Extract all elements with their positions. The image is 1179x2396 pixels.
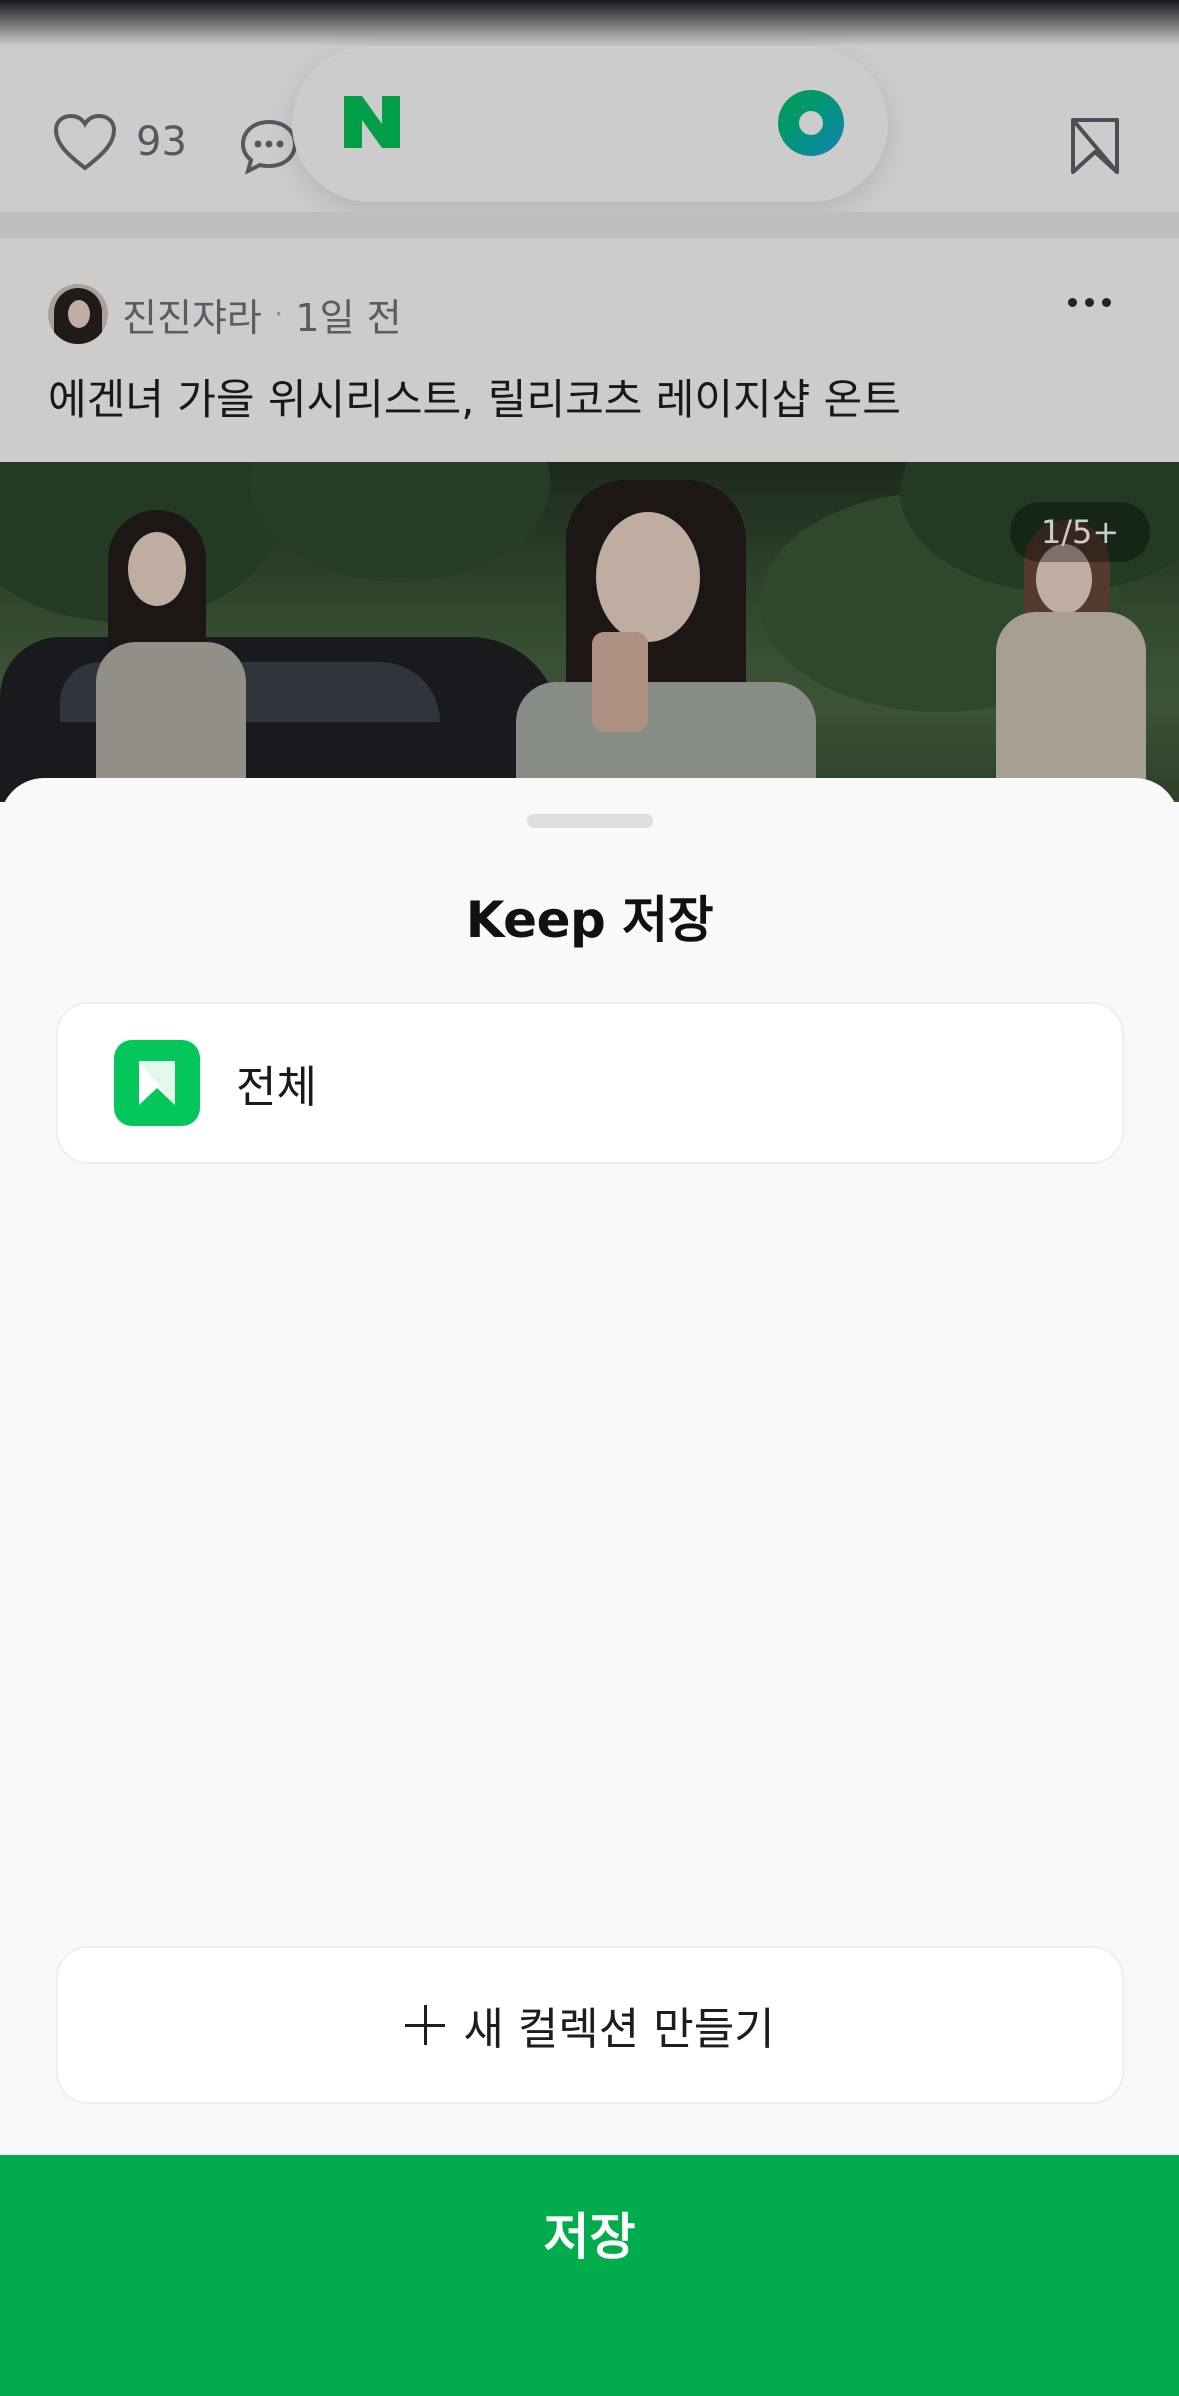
bookmark-icon xyxy=(114,1040,200,1126)
keep-save-sheet: Keep 저장 전체 새 컬렉션 만들기 xyxy=(0,778,1179,2396)
plus-icon xyxy=(405,2005,446,2045)
save-label: 저장 xyxy=(543,2208,636,2266)
new-collection-button[interactable]: 새 컬렉션 만들기 xyxy=(56,1946,1124,2104)
new-collection-label: 새 컬렉션 만들기 xyxy=(463,2004,775,2055)
drag-handle[interactable] xyxy=(527,814,653,828)
page: 93 진진쟈라 · 1일 전 에겐녀 가을 위시리스트, 릴리코츠 레이지샵 온… xyxy=(0,0,1179,2396)
save-button[interactable]: 저장 xyxy=(0,2155,1179,2396)
collection-label: 전체 xyxy=(236,1062,317,1113)
feed-background: 93 진진쟈라 · 1일 전 에겐녀 가을 위시리스트, 릴리코츠 레이지샵 온… xyxy=(0,0,1179,802)
sheet-title: Keep 저장 xyxy=(465,891,714,949)
collection-item-all[interactable]: 전체 xyxy=(56,1002,1124,1164)
modal-overlay[interactable] xyxy=(0,0,1179,800)
